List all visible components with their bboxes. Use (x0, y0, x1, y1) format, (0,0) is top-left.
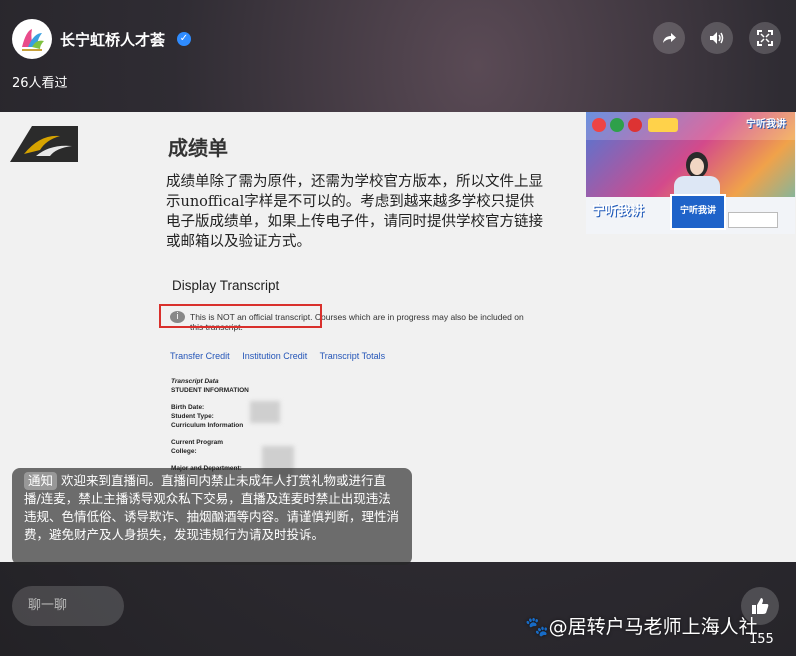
like-count: 155 (749, 632, 774, 647)
highlight-box (159, 304, 322, 328)
logo-icon (628, 118, 642, 132)
field-student-type: Student Type: (171, 413, 214, 420)
link-institution-credit: Institution Credit (242, 351, 308, 361)
share-arrow-icon (663, 33, 676, 43)
nameplate (728, 212, 778, 228)
field-current-program: Current Program (171, 439, 224, 446)
slide-body: 成绩单除了需为原件，还需为学校官方版本，所以文件上显示unoffical字样是不… (166, 174, 543, 250)
student-info-heading: STUDENT INFORMATION (171, 387, 249, 394)
paw-icon: 🐾 (525, 616, 549, 638)
viewer-count: 26人看过 (12, 76, 68, 91)
link-transfer-credit: Transfer Credit (170, 351, 230, 361)
slide-logo (10, 126, 78, 162)
logo-icon (648, 118, 678, 132)
chat-input[interactable]: 聊一聊 (12, 586, 124, 626)
transcript-heading: Display Transcript (172, 278, 280, 293)
watermark-text: @居转户马老师上海人社 (548, 616, 758, 638)
podium: 宁听我讲 (670, 194, 726, 230)
volume-button[interactable] (701, 22, 733, 54)
presenter-face (690, 158, 704, 175)
logo-icon (610, 118, 624, 132)
thumbs-up-icon (752, 598, 769, 614)
transcript-data-title: Transcript Data (171, 378, 219, 385)
channel-name[interactable]: 长宁虹桥人才荟 (60, 29, 165, 50)
redacted-block (250, 401, 280, 423)
system-notice: 通知 欢迎来到直播间。直播间内禁止未成年人打赏礼物或进行直播/连麦，禁止主播诱导观… (12, 468, 412, 565)
field-college: College: (171, 448, 197, 455)
link-transcript-totals: Transcript Totals (319, 351, 386, 361)
transcript-links: Transfer Credit Institution Credit Trans… (170, 351, 395, 361)
notice-tag: 通知 (24, 472, 58, 490)
like-button[interactable] (741, 587, 779, 625)
logo-icon (592, 118, 606, 132)
fullscreen-button[interactable] (749, 22, 781, 54)
watermark: 🐾@居转户马老师上海人社 (525, 612, 758, 639)
share-button[interactable] (653, 22, 685, 54)
notice-text: 欢迎来到直播间。直播间内禁止未成年人打赏礼物或进行直播/连麦，禁止主播诱导观众私… (24, 473, 400, 542)
speaker-icon (710, 32, 724, 44)
verified-badge-icon: ✓ (177, 32, 191, 46)
pip-show-title: 宁听我讲 (746, 119, 786, 130)
field-birth-date: Birth Date: (171, 404, 205, 411)
slide-title: 成绩单 (168, 136, 228, 160)
fullscreen-icon (757, 30, 773, 46)
top-bar: 长宁虹桥人才荟 ✓ 26人看过 (0, 0, 796, 110)
curriculum-heading: Curriculum Information (171, 422, 244, 429)
presenter-video[interactable]: 宁听我讲 宁听我讲 宁听我讲 (586, 112, 795, 234)
transcript-data: Transcript Data STUDENT INFORMATION Birt… (171, 377, 249, 473)
pip-left-logo: 宁听我讲 (592, 204, 645, 219)
channel-avatar[interactable] (12, 19, 52, 59)
